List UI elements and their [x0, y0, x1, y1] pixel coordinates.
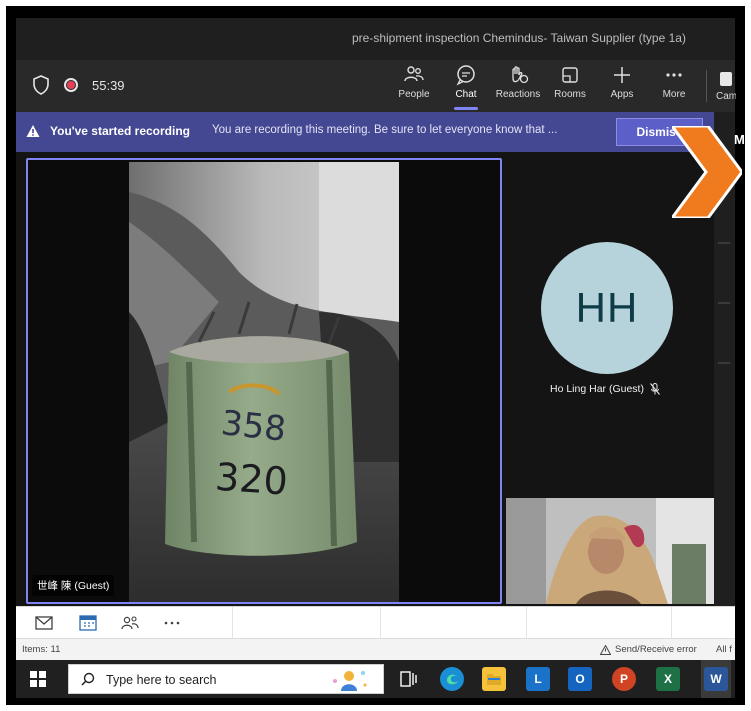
participant-name: Ho Ling Har (Guest) — [550, 383, 660, 395]
task-view-icon[interactable] — [396, 667, 420, 691]
items-count: Items: 11 — [22, 644, 61, 655]
outlook-status-bar: Items: 11 Send/Receive error All f — [16, 638, 735, 660]
arrow-overlay-icon — [672, 126, 742, 218]
avatar: HH — [541, 242, 673, 374]
reactions-icon — [512, 66, 529, 84]
more-icon[interactable] — [162, 614, 182, 632]
search-highlight-icon — [333, 671, 367, 691]
meeting-stage: 358 320 世峰 陳 (Guest) HH Ho Ling Har (Gue… — [16, 152, 714, 606]
main-video-tile[interactable]: 358 320 世峰 陳 (Guest) — [26, 158, 502, 604]
warning-icon — [26, 125, 40, 137]
main-tile-name: 世峰 陳 (Guest) — [32, 575, 115, 596]
inspection-video: 358 320 — [129, 162, 399, 602]
search-icon — [81, 672, 95, 686]
self-video — [506, 498, 714, 604]
mail-icon[interactable] — [34, 614, 54, 632]
meeting-toolbar: 55:39 People Chat Reactions Rooms Apps M… — [16, 60, 736, 112]
mic-off-icon — [650, 383, 660, 395]
banner-text: You are recording this meeting. Be sure … — [212, 124, 558, 136]
warning-icon — [600, 644, 611, 655]
people-button[interactable]: People — [388, 64, 440, 108]
more-icon — [666, 73, 682, 77]
shield-icon[interactable] — [32, 75, 50, 95]
title-bar: pre-shipment inspection Chemindus- Taiwa… — [16, 18, 735, 60]
bag-mark-bottom: 320 — [214, 455, 289, 504]
bag-mark-top: 358 — [219, 403, 288, 450]
all-folders-status: All f — [716, 644, 732, 655]
l-app-icon[interactable]: L — [526, 667, 550, 691]
self-video-tile[interactable] — [506, 498, 714, 604]
apps-button[interactable]: Apps — [596, 64, 648, 108]
windows-taskbar: Type here to search L O P X W — [16, 660, 735, 698]
windows-start-icon[interactable] — [30, 671, 46, 687]
rooms-icon — [562, 67, 578, 83]
plus-icon — [614, 67, 630, 83]
more-button[interactable]: More — [648, 64, 700, 108]
people-icon[interactable] — [120, 614, 140, 632]
folder-icon[interactable] — [482, 667, 506, 691]
camera-icon — [720, 72, 732, 86]
word-icon[interactable]: W — [704, 667, 728, 691]
chat-button[interactable]: Chat — [440, 64, 492, 110]
reactions-button[interactable]: Reactions — [492, 64, 544, 108]
people-icon — [404, 66, 424, 82]
outlook-icon[interactable]: O — [568, 667, 592, 691]
taskbar-search-input[interactable]: Type here to search — [68, 664, 384, 694]
toolbar-separator — [706, 70, 707, 102]
outlook-nav-bar — [16, 606, 735, 639]
banner-title: You've started recording — [50, 124, 190, 138]
meeting-timer: 55:39 — [92, 77, 125, 93]
edge-icon[interactable] — [440, 667, 464, 691]
excel-icon[interactable]: X — [656, 667, 680, 691]
recording-banner: You've started recording You are recordi… — [16, 112, 714, 152]
search-placeholder: Type here to search — [106, 673, 217, 687]
send-receive-status[interactable]: Send/Receive error — [600, 644, 697, 655]
meeting-status: 55:39 — [32, 75, 125, 95]
window-title: pre-shipment inspection Chemindus- Taiwa… — [352, 31, 686, 45]
recording-icon — [64, 78, 78, 92]
rooms-button[interactable]: Rooms — [544, 64, 596, 108]
powerpoint-icon[interactable]: P — [612, 667, 636, 691]
chat-icon — [456, 65, 475, 86]
calendar-icon[interactable] — [78, 614, 98, 632]
camera-button[interactable]: Camera — [716, 64, 736, 108]
